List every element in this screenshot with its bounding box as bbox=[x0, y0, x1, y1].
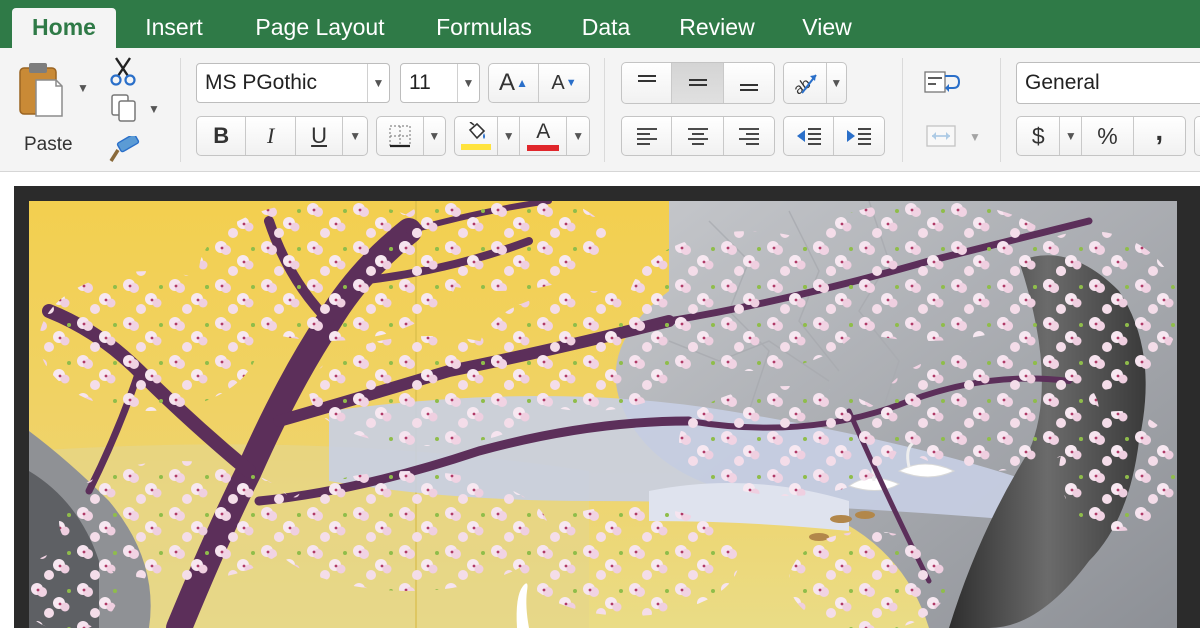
ribbon-tab-bar: Home Insert Page Layout Formulas Data Re… bbox=[0, 0, 1200, 48]
ribbon-separator bbox=[604, 58, 605, 162]
percent-button[interactable]: % bbox=[1082, 117, 1134, 155]
ribbon-separator bbox=[902, 58, 903, 162]
italic-button[interactable]: I bbox=[246, 117, 296, 155]
align-bottom-icon bbox=[739, 84, 758, 91]
bold-button[interactable]: B bbox=[197, 117, 247, 155]
align-center-icon bbox=[687, 128, 708, 145]
shrink-font-button[interactable]: A ▼ bbox=[539, 64, 589, 102]
grow-font-button[interactable]: A ▲ bbox=[489, 64, 540, 102]
currency-button[interactable]: $ bbox=[1017, 117, 1061, 155]
fill-color-button[interactable] bbox=[455, 117, 499, 155]
font-size-select[interactable]: 11 ▼ bbox=[400, 63, 480, 103]
tab-home[interactable]: Home bbox=[12, 8, 116, 48]
number-format-buttons: $ ▼ % , bbox=[1016, 116, 1186, 156]
align-center-button[interactable] bbox=[672, 117, 724, 155]
cherry-blossom-artwork bbox=[29, 201, 1177, 628]
align-top-button[interactable] bbox=[622, 63, 673, 103]
font-color-letter: A bbox=[536, 119, 551, 143]
grow-font-label: A bbox=[499, 69, 516, 96]
underline-dropdown[interactable]: ▼ bbox=[343, 117, 367, 155]
borders-icon bbox=[389, 125, 411, 148]
fill-color-swatch bbox=[461, 144, 492, 150]
fill-color-dropdown[interactable]: ▼ bbox=[498, 117, 521, 155]
tab-view[interactable]: View bbox=[784, 0, 870, 48]
shrink-font-label: A bbox=[551, 71, 565, 94]
triangle-up-icon: ▲ bbox=[516, 76, 528, 90]
decrease-indent-button[interactable] bbox=[784, 117, 835, 155]
merge-center-icon[interactable] bbox=[924, 121, 958, 151]
vertical-align-buttons bbox=[621, 62, 775, 104]
ribbon-separator bbox=[180, 58, 181, 162]
horizontal-align-buttons bbox=[621, 116, 775, 156]
align-top-icon bbox=[637, 75, 656, 82]
svg-text:ab: ab bbox=[790, 75, 813, 97]
increase-indent-icon bbox=[847, 128, 871, 145]
color-buttons: ▼ A ▼ bbox=[454, 116, 590, 156]
borders-button-group: ▼ bbox=[376, 116, 446, 156]
font-name-select[interactable]: MS PGothic ▼ bbox=[196, 63, 390, 103]
chevron-down-icon[interactable]: ▼ bbox=[367, 64, 389, 102]
tab-page-layout[interactable]: Page Layout bbox=[240, 0, 400, 48]
font-name-value: MS PGothic bbox=[205, 71, 318, 94]
merge-dropdown[interactable]: ▼ bbox=[969, 130, 981, 144]
paste-label: Paste bbox=[24, 134, 73, 155]
font-color-button[interactable]: A bbox=[520, 117, 568, 155]
paint-bucket-icon bbox=[469, 122, 486, 140]
underline-button[interactable]: U bbox=[296, 117, 344, 155]
align-bottom-button[interactable] bbox=[724, 63, 774, 103]
triangle-down-icon: ▼ bbox=[565, 77, 577, 89]
clipboard-icon bbox=[19, 63, 63, 117]
paste-button[interactable]: Paste bbox=[14, 58, 80, 162]
align-middle-icon bbox=[688, 79, 707, 86]
orientation-button[interactable]: ab bbox=[784, 63, 827, 103]
align-right-icon bbox=[738, 128, 759, 145]
artwork-image bbox=[29, 201, 1177, 628]
tab-data[interactable]: Data bbox=[568, 0, 644, 48]
indent-buttons bbox=[783, 116, 885, 156]
font-color-dropdown[interactable]: ▼ bbox=[567, 117, 589, 155]
align-left-button[interactable] bbox=[622, 117, 673, 155]
format-painter-icon[interactable] bbox=[108, 136, 140, 164]
align-middle-button[interactable] bbox=[672, 63, 724, 103]
borders-button[interactable] bbox=[377, 117, 424, 155]
orientation-button-group: ab ▼ bbox=[783, 62, 847, 104]
tab-formulas[interactable]: Formulas bbox=[420, 0, 548, 48]
number-format-select[interactable]: General bbox=[1016, 62, 1200, 104]
font-size-value: 11 bbox=[409, 71, 431, 94]
ribbon-home: Paste ▼ ▼ MS PGothic ▼ 11 ▼ A ▲ A ▼ B I … bbox=[0, 48, 1200, 172]
align-left-icon bbox=[636, 128, 657, 145]
font-color-swatch bbox=[527, 144, 560, 151]
chevron-down-icon[interactable]: ▼ bbox=[457, 64, 479, 102]
font-size-grow-shrink: A ▲ A ▼ bbox=[488, 63, 590, 103]
font-style-buttons: B I U ▼ bbox=[196, 116, 368, 156]
align-right-button[interactable] bbox=[724, 117, 774, 155]
orientation-icon: ab bbox=[790, 74, 817, 97]
comma-style-button[interactable]: , bbox=[1134, 117, 1185, 155]
increase-decimal-button[interactable] bbox=[1194, 116, 1200, 156]
wrap-text-icon[interactable] bbox=[922, 68, 962, 98]
currency-dropdown[interactable]: ▼ bbox=[1060, 117, 1083, 155]
scissors-icon[interactable] bbox=[108, 56, 138, 86]
copy-icon[interactable] bbox=[110, 93, 138, 123]
tab-insert[interactable]: Insert bbox=[128, 0, 220, 48]
copy-dropdown[interactable]: ▼ bbox=[148, 102, 160, 116]
increase-indent-button[interactable] bbox=[834, 117, 884, 155]
ribbon-separator bbox=[1000, 58, 1001, 162]
paste-dropdown[interactable]: ▼ bbox=[77, 81, 89, 95]
orientation-dropdown[interactable]: ▼ bbox=[827, 63, 846, 103]
borders-dropdown[interactable]: ▼ bbox=[424, 117, 445, 155]
decrease-indent-icon bbox=[796, 128, 821, 145]
number-format-value: General bbox=[1025, 71, 1100, 94]
tab-review[interactable]: Review bbox=[664, 0, 770, 48]
